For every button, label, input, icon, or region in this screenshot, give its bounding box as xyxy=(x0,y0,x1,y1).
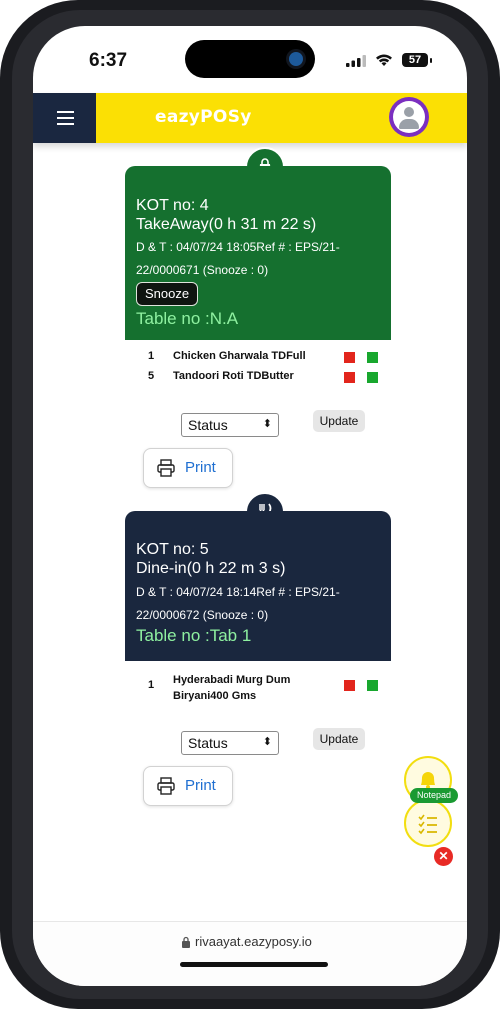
url-text[interactable]: rivaayat.eazyposy.io xyxy=(195,934,312,949)
item-quantity: 1 xyxy=(148,350,155,362)
snooze-button[interactable]: Snooze xyxy=(136,282,199,306)
chevron-updown-icon: ⬍ xyxy=(262,418,272,430)
notepad-button[interactable]: Notepad xyxy=(410,788,458,803)
item-reject-toggle[interactable] xyxy=(344,352,355,363)
lock-icon xyxy=(182,936,190,948)
item-reject-toggle[interactable] xyxy=(344,372,355,383)
item-quantity: 1 xyxy=(148,679,155,691)
screen: 6:37 57 eazyPOSy KOT no: 4 TakeAway(0 h … xyxy=(33,26,467,986)
print-label: Print xyxy=(185,459,216,476)
status-select-value: Status xyxy=(188,417,228,433)
kot-order-type-timer: Dine-in(0 h 22 m 3 s) xyxy=(136,560,286,577)
print-button[interactable]: Print xyxy=(143,766,233,806)
kot-date-ref: D & T : 04/07/24 18:05Ref # : EPS/21- xyxy=(136,240,340,254)
item-name: Tandoori Roti TDButter xyxy=(173,370,294,382)
item-name: Chicken Gharwala TDFull xyxy=(173,350,306,362)
item-name: Hyderabadi Murg Dum Biryani400 Gms xyxy=(173,674,291,702)
checklist-button[interactable] xyxy=(404,799,452,847)
update-button[interactable]: Update xyxy=(313,728,365,750)
kot-ref-snooze: 22/0000671 (Snooze : 0) xyxy=(136,263,269,277)
status-select-value: Status xyxy=(188,735,228,751)
item-accept-toggle[interactable] xyxy=(367,352,378,363)
status-select[interactable]: Status ⬍ xyxy=(181,731,279,755)
kot-card: KOT no: 4 TakeAway(0 h 31 m 22 s) D & T … xyxy=(125,166,391,340)
home-indicator[interactable] xyxy=(180,962,328,967)
user-avatar-icon xyxy=(393,101,425,133)
eazyposy-logo: eazyPOSy xyxy=(155,107,252,127)
wifi-icon xyxy=(376,54,392,66)
hamburger-icon-line xyxy=(57,123,74,125)
printer-icon xyxy=(157,459,175,477)
browser-url-bar: rivaayat.eazyposy.io xyxy=(33,921,467,986)
user-avatar-button[interactable] xyxy=(389,97,429,137)
item-quantity: 5 xyxy=(148,370,155,382)
dynamic-island xyxy=(185,40,315,78)
menu-button[interactable] xyxy=(33,93,96,143)
app-header: eazyPOSy xyxy=(33,93,467,143)
cellular-signal-icon xyxy=(346,55,366,67)
battery-tip xyxy=(430,58,432,63)
kot-item-row: 1 Hyderabadi Murg Dum Biryani400 Gms xyxy=(148,672,388,706)
status-select[interactable]: Status ⬍ xyxy=(181,413,279,437)
chevron-updown-icon: ⬍ xyxy=(262,736,272,748)
checklist-icon xyxy=(418,814,437,835)
update-button[interactable]: Update xyxy=(313,410,365,432)
kot-ref-snooze: 22/0000672 (Snooze : 0) xyxy=(136,608,269,622)
camera-icon xyxy=(289,52,303,66)
item-reject-toggle[interactable] xyxy=(344,680,355,691)
item-accept-toggle[interactable] xyxy=(367,680,378,691)
kot-order-type-timer: TakeAway(0 h 31 m 22 s) xyxy=(136,216,317,233)
kot-number: KOT no: 5 xyxy=(136,541,209,558)
print-label: Print xyxy=(185,777,216,794)
kot-date-ref: D & T : 04/07/24 18:14Ref # : EPS/21- xyxy=(136,585,340,599)
print-button[interactable]: Print xyxy=(143,448,233,488)
printer-icon xyxy=(157,777,175,795)
clock: 6:37 xyxy=(89,50,128,71)
table-number: Table no :Tab 1 xyxy=(136,626,252,645)
close-icon[interactable]: ✕ xyxy=(434,847,453,866)
hamburger-icon-line xyxy=(57,117,74,119)
kot-card: KOT no: 5 Dine-in(0 h 22 m 3 s) D & T : … xyxy=(125,511,391,661)
status-bar: 6:37 57 xyxy=(33,26,467,92)
kot-number: KOT no: 4 xyxy=(136,197,209,214)
hamburger-icon xyxy=(57,111,74,113)
table-number: Table no :N.A xyxy=(136,309,239,328)
battery-icon: 57 xyxy=(402,53,428,67)
item-accept-toggle[interactable] xyxy=(367,372,378,383)
